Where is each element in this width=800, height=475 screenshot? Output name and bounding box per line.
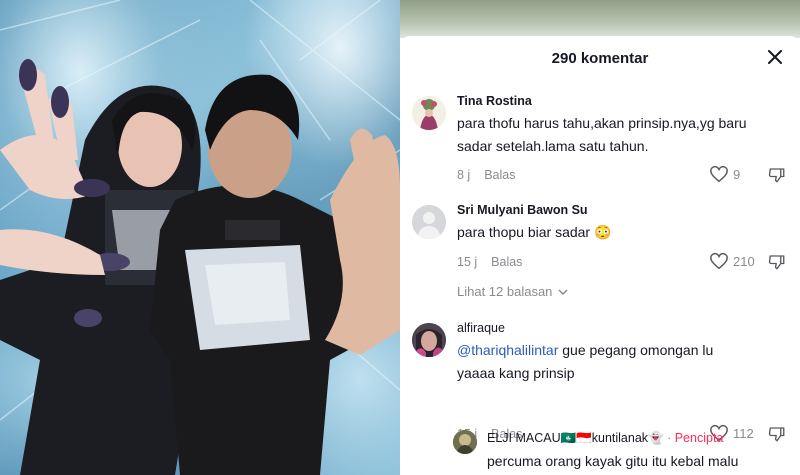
dislike-button[interactable] <box>768 425 786 448</box>
default-avatar-icon <box>412 205 446 239</box>
chevron-down-icon <box>558 289 568 296</box>
comment-text: @thariqhalilintar gue pegang omongan lu <box>457 339 713 361</box>
dislike-button[interactable] <box>768 253 786 276</box>
reply-button[interactable]: Balas <box>484 168 515 182</box>
avatar[interactable] <box>412 205 446 239</box>
comment-time: 15 j <box>457 255 478 269</box>
heart-icon <box>710 252 728 270</box>
close-button[interactable] <box>764 46 786 68</box>
reply-username-row: ELJI MACAU🇲🇴🇮🇩kuntilanak👻 · Pencipta <box>487 431 723 446</box>
comment-username[interactable]: Sri Mulyani Bawon Su <box>457 203 588 217</box>
reply-username[interactable]: ELJI MACAU🇲🇴🇮🇩kuntilanak👻 <box>487 431 664 445</box>
view-replies-label: Lihat 12 balasan <box>457 284 553 299</box>
avatar-image <box>412 323 446 357</box>
comments-panel: 290 komentar Tina Rostina para thofu har… <box>400 0 800 475</box>
comment-text: para thopu biar sadar 😳 <box>457 224 612 240</box>
dislike-button[interactable] <box>768 166 786 189</box>
comment-meta: 15 j Balas <box>457 255 522 269</box>
close-icon <box>768 50 782 64</box>
like-button[interactable]: 210 <box>709 252 755 270</box>
avatar[interactable] <box>412 323 446 357</box>
comment-text-line2: sadar setelah.lama satu tahun. <box>457 138 649 154</box>
avatar[interactable] <box>453 430 477 454</box>
comment-text-line2: yaaaa kang prinsip <box>457 365 575 381</box>
like-count: 112 <box>733 425 754 441</box>
comment-username[interactable]: Tina Rostina <box>457 94 532 108</box>
reply-button[interactable]: Balas <box>491 255 522 269</box>
view-replies-button[interactable]: Lihat 12 balasan <box>457 284 568 299</box>
dislike-icon <box>768 255 785 270</box>
avatar[interactable] <box>412 96 446 130</box>
like-count: 210 <box>733 253 755 269</box>
username-separator: · <box>663 431 675 445</box>
comment-text: para thofu harus tahu,akan prinsip.nya,y… <box>457 115 747 131</box>
video-background-strip <box>400 0 800 38</box>
mention-link[interactable]: @thariqhalilintar <box>457 342 558 358</box>
video-photo <box>0 0 400 475</box>
dislike-icon <box>768 168 785 183</box>
comment-time: 8 j <box>457 168 471 182</box>
comment-text-body: gue pegang omongan lu <box>558 342 714 358</box>
reply-text: percuma orang kayak gitu itu kebal malu <box>487 453 739 469</box>
comment-username[interactable]: alfiraque <box>457 321 505 335</box>
dislike-icon <box>768 427 785 442</box>
like-count: 9 <box>733 166 741 182</box>
comment-meta: 8 j Balas <box>457 168 515 182</box>
creator-badge: Pencipta <box>674 431 724 445</box>
avatar-image <box>412 96 446 130</box>
avatar-image <box>453 430 477 454</box>
like-button[interactable]: 9 <box>709 165 740 183</box>
heart-icon <box>710 165 728 183</box>
video-frame[interactable] <box>0 0 400 475</box>
comments-sheet: 290 komentar Tina Rostina para thofu har… <box>400 36 800 475</box>
comments-count-title: 290 komentar <box>551 50 649 67</box>
